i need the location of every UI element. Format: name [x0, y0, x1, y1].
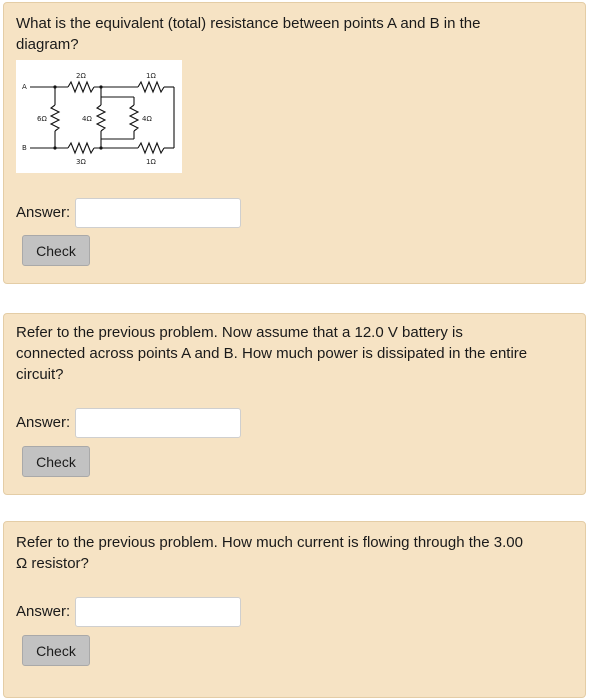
resistor-right-label: 4Ω — [142, 115, 152, 123]
resistor-top-left-label: 2Ω — [76, 72, 86, 80]
answer-label: Answer: — [16, 603, 71, 620]
question-card-3: Refer to the previous problem. How much … — [3, 521, 586, 698]
resistor-top-right-label: 1Ω — [146, 72, 156, 80]
answer-label: Answer: — [16, 204, 71, 221]
question-text: Refer to the previous problem. Now assum… — [16, 324, 528, 383]
point-b-label: B — [22, 144, 27, 152]
question-card-2: Refer to the previous problem. Now assum… — [3, 313, 586, 495]
resistor-left-label: 6Ω — [37, 115, 47, 123]
circuit-diagram: A B 2Ω 1Ω 6Ω 4Ω 4Ω 3Ω 1Ω — [16, 60, 182, 173]
answer-input[interactable] — [75, 198, 241, 228]
resistor-bottom-right-label: 1Ω — [146, 158, 156, 166]
resistor-middle-label: 4Ω — [82, 115, 92, 123]
check-button[interactable]: Check — [22, 235, 90, 266]
answer-input[interactable] — [75, 597, 241, 627]
answer-label: Answer: — [16, 414, 71, 431]
circuit-svg: A B 2Ω 1Ω 6Ω 4Ω 4Ω 3Ω 1Ω — [22, 72, 175, 166]
question-text: What is the equivalent (total) resistanc… — [16, 15, 481, 53]
check-button[interactable]: Check — [22, 446, 90, 477]
resistor-bottom-left-label: 3Ω — [76, 158, 86, 166]
point-a-label: A — [22, 83, 27, 91]
question-text: Refer to the previous problem. How much … — [16, 534, 523, 572]
check-button[interactable]: Check — [22, 635, 90, 666]
question-card-1: What is the equivalent (total) resistanc… — [3, 2, 586, 284]
answer-input[interactable] — [75, 408, 241, 438]
